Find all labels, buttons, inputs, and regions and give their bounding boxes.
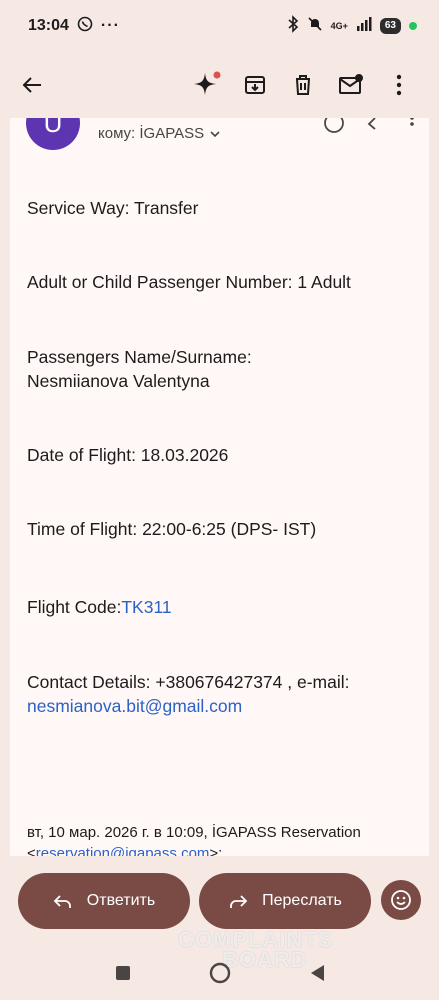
message-more-icon[interactable] xyxy=(409,118,415,130)
signal-icon xyxy=(356,16,372,36)
status-time: 13:04 xyxy=(28,17,69,34)
gemini-button[interactable] xyxy=(183,61,231,109)
recipient-details-toggle[interactable]: кому: İGAPASS xyxy=(98,125,220,142)
passenger-number-line: Adult or Child Passenger Number: 1 Adult xyxy=(27,272,351,292)
back-button[interactable] xyxy=(16,69,48,101)
reply-label: Ответить xyxy=(86,892,156,909)
message-actions xyxy=(323,118,415,134)
emoji-reaction-icon[interactable] xyxy=(323,118,345,134)
privacy-dot xyxy=(409,22,417,30)
flight-code-label: Flight Code: xyxy=(27,597,122,617)
quoted-sender-email: <reservation@igapass.com>: xyxy=(27,843,222,856)
more-options-button[interactable] xyxy=(375,61,423,109)
flight-date-line: Date of Flight: 18.03.2026 xyxy=(27,445,229,465)
back-triangle-icon[interactable] xyxy=(309,964,325,982)
top-toolbar xyxy=(0,55,439,115)
battery-indicator: 63 xyxy=(379,18,401,34)
reply-button[interactable]: Ответить xyxy=(18,873,190,929)
sender-avatar[interactable]: U xyxy=(26,118,80,150)
passenger-name-value: Nesmiianova Valentyna xyxy=(27,371,210,391)
arrow-back-icon xyxy=(22,77,41,93)
contact-details-line: Contact Details: +380676427374 , e-mail: xyxy=(27,672,350,692)
delete-button[interactable] xyxy=(279,61,327,109)
more-vert-icon xyxy=(396,74,402,96)
quoted-message-header: вт, 10 мар. 2026 г. в 10:09, İGAPASS Res… xyxy=(27,824,361,841)
reply-icon[interactable] xyxy=(367,118,387,130)
delete-icon xyxy=(296,75,310,95)
forward-label: Переслать xyxy=(262,892,342,909)
mark-unread-icon xyxy=(339,74,363,94)
chevron-down-icon xyxy=(210,130,220,137)
flight-code-line: Flight Code:TK311 xyxy=(27,595,172,619)
recipient-line: кому: İGAPASS xyxy=(98,125,205,142)
passenger-name-label: Passengers Name/Surname: xyxy=(27,347,252,367)
home-circle-icon[interactable] xyxy=(209,962,231,984)
contact-email-link[interactable]: nesmianova.bit@gmail.com xyxy=(27,694,242,718)
recents-square-icon[interactable] xyxy=(115,965,131,981)
quoted-email-link[interactable]: reservation@igapass.com xyxy=(36,845,210,856)
emoji-reaction-button[interactable] xyxy=(381,880,421,920)
archive-button[interactable] xyxy=(231,61,279,109)
system-nav-bar xyxy=(0,945,439,1000)
mark-unread-button[interactable] xyxy=(327,61,375,109)
sparkle-icon xyxy=(194,71,221,95)
smiley-icon xyxy=(391,890,411,910)
forward-button[interactable]: Переслать xyxy=(199,873,371,929)
mute-icon xyxy=(307,16,323,37)
status-more-dots: ··· xyxy=(100,17,120,34)
service-way-line: Service Way: Transfer xyxy=(27,198,199,218)
quote-bracket-open: < xyxy=(27,845,36,856)
status-bar: 13:04 ··· 4G+ 63 xyxy=(0,0,439,52)
quote-bracket-close: >: xyxy=(209,845,223,856)
whatsapp-icon xyxy=(77,16,93,37)
bluetooth-icon xyxy=(287,14,299,38)
email-body-card: U кому: İGAPASS Service Way: Transfer Ad… xyxy=(10,118,429,856)
network-label: 4G+ xyxy=(330,20,348,31)
flight-code-link[interactable]: TK311 xyxy=(121,597,171,617)
forward-arrow-icon xyxy=(230,895,248,908)
reply-arrow-icon xyxy=(53,895,71,908)
archive-icon xyxy=(245,76,265,94)
flight-time-line: Time of Flight: 22:00-6:25 (DPS- IST) xyxy=(27,519,317,539)
